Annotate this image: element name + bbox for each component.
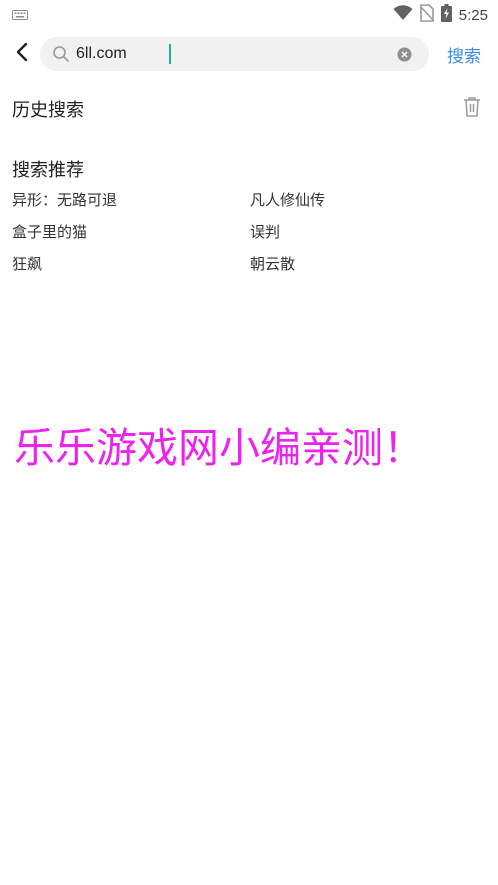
back-button[interactable] bbox=[8, 40, 36, 68]
recommend-title: 搜索推荐 bbox=[12, 160, 84, 181]
search-icon bbox=[52, 45, 70, 67]
search-button[interactable]: 搜索 bbox=[447, 42, 481, 67]
recommend-list: 异形：无路可退 凡人修仙传 盒子里的猫 误判 狂飙 朝云散 bbox=[12, 190, 488, 274]
search-box[interactable] bbox=[40, 37, 429, 71]
watermark-text: 乐乐游戏网小编亲测！ bbox=[14, 424, 424, 472]
text-caret bbox=[169, 44, 171, 64]
recommend-item[interactable]: 凡人修仙传 bbox=[250, 190, 488, 210]
status-time: 5:25 bbox=[458, 6, 488, 24]
recommend-item[interactable]: 朝云散 bbox=[250, 254, 488, 274]
search-input[interactable] bbox=[76, 40, 396, 68]
status-right: 5:25 bbox=[393, 4, 488, 26]
recommend-item[interactable]: 误判 bbox=[250, 222, 488, 242]
status-bar: 5:25 bbox=[0, 0, 498, 30]
search-header: 搜索 bbox=[0, 36, 498, 72]
recommend-item[interactable]: 盒子里的猫 bbox=[12, 222, 250, 242]
app-screen: 5:25 6ll.com 搜索 历史搜索 搜索推荐 异形：无路可退 凡人修仙传 … bbox=[0, 0, 498, 885]
recommend-item[interactable]: 狂飙 bbox=[12, 254, 250, 274]
back-arrow-icon bbox=[15, 42, 29, 66]
recommend-item[interactable]: 异形：无路可退 bbox=[12, 190, 250, 210]
wifi-icon bbox=[393, 5, 413, 25]
no-sim-icon bbox=[419, 4, 435, 26]
keyboard-icon bbox=[12, 6, 28, 25]
status-left bbox=[12, 6, 28, 25]
clear-icon[interactable] bbox=[397, 47, 412, 62]
history-title: 历史搜索 bbox=[12, 100, 84, 121]
trash-icon[interactable] bbox=[462, 96, 482, 118]
battery-charging-icon bbox=[440, 4, 452, 26]
